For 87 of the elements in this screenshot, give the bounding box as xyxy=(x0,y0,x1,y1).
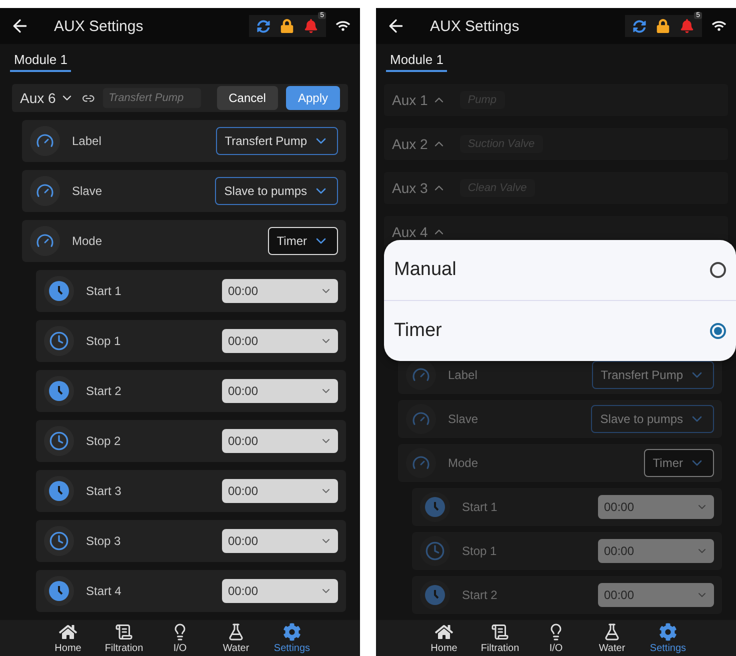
clock-icon xyxy=(425,585,445,605)
aux-name: Aux 1 xyxy=(392,92,446,108)
cancel-button[interactable]: Cancel xyxy=(216,86,278,110)
setting-label: Mode xyxy=(448,456,480,470)
scroll-icon xyxy=(491,623,509,641)
time-select[interactable]: 00:00 xyxy=(222,279,338,303)
time-label: Start 2 xyxy=(86,384,122,398)
clock-icon xyxy=(49,331,69,351)
lock-icon[interactable] xyxy=(280,19,294,33)
mode-option[interactable]: Timer xyxy=(384,300,736,361)
nav-item[interactable]: Home xyxy=(418,620,470,656)
aux-name: Aux 2 xyxy=(392,136,446,152)
time-select[interactable]: 00:00 xyxy=(222,479,338,503)
setting-select[interactable]: Slave to pumps xyxy=(215,177,338,205)
time-label: Stop 3 xyxy=(86,534,122,548)
sync-icon[interactable] xyxy=(257,20,270,32)
name-field[interactable]: Transfert Pump xyxy=(102,88,201,108)
aux-name: Aux 4 xyxy=(392,224,446,240)
gauge-icon xyxy=(406,448,436,478)
nav-item[interactable]: I/O xyxy=(154,620,206,656)
nav-item[interactable]: Settings xyxy=(266,620,318,656)
clock-icon xyxy=(49,531,69,551)
home-icon xyxy=(59,623,77,641)
option-label: Timer xyxy=(394,320,442,342)
setting-label: Mode xyxy=(72,234,104,248)
time-select[interactable]: 00:00 xyxy=(222,379,338,403)
setting-select[interactable]: Timer xyxy=(644,449,714,477)
aux-selector[interactable]: Aux 6 xyxy=(20,90,74,106)
setting-label: Slave xyxy=(448,412,480,426)
time-label: Stop 1 xyxy=(462,544,498,558)
time-label: Stop 2 xyxy=(86,434,122,448)
time-label: Start 4 xyxy=(86,584,122,598)
module-tab[interactable]: Module 1 xyxy=(386,48,448,72)
screen-title: AUX Settings xyxy=(430,18,520,34)
nav-item[interactable]: Water xyxy=(210,620,262,656)
setting-select[interactable]: Slave to pumps xyxy=(591,405,714,433)
home-icon xyxy=(435,623,453,641)
clock-icon xyxy=(49,481,69,501)
nav-item[interactable]: Filtration xyxy=(474,620,526,656)
sync-icon[interactable] xyxy=(633,20,646,32)
radio-button[interactable] xyxy=(710,323,726,339)
clock-icon xyxy=(425,497,445,517)
gauge-icon xyxy=(30,176,60,206)
wifi-icon xyxy=(336,19,350,33)
clock-icon xyxy=(49,431,69,451)
nav-item[interactable]: Home xyxy=(42,620,94,656)
time-select[interactable]: 00:00 xyxy=(222,329,338,353)
clock-icon xyxy=(425,541,445,561)
time-select[interactable]: 00:00 xyxy=(222,529,338,553)
gauge-icon xyxy=(406,360,436,390)
time-label: Start 1 xyxy=(86,284,122,298)
time-select[interactable]: 00:00 xyxy=(222,579,338,603)
nav-item[interactable]: I/O xyxy=(530,620,582,656)
setting-select[interactable]: Transfert Pump xyxy=(216,127,338,155)
wifi-icon xyxy=(712,19,726,33)
scroll-icon xyxy=(115,623,133,641)
settings-icon xyxy=(283,623,301,641)
clock-icon xyxy=(49,281,69,301)
nav-item[interactable]: Water xyxy=(586,620,638,656)
radio-button[interactable] xyxy=(710,262,726,278)
clock-icon xyxy=(49,581,69,601)
screen-title: AUX Settings xyxy=(54,18,144,34)
time-select[interactable]: 00:00 xyxy=(222,429,338,453)
bell-icon[interactable] xyxy=(304,19,318,33)
setting-select[interactable]: Transfert Pump xyxy=(592,361,714,389)
flask-icon xyxy=(603,623,621,641)
lock-icon[interactable] xyxy=(656,19,670,33)
bell-icon[interactable] xyxy=(680,19,694,33)
module-tab[interactable]: Module 1 xyxy=(10,48,72,72)
time-label: Start 2 xyxy=(462,588,498,602)
gauge-icon xyxy=(30,126,60,156)
time-label: Start 1 xyxy=(462,500,498,514)
setting-select[interactable]: Timer xyxy=(268,227,338,255)
gauge-icon xyxy=(406,404,436,434)
aux-name: Aux 3 xyxy=(392,180,446,196)
nav-item[interactable]: Filtration xyxy=(98,620,150,656)
setting-label: Slave xyxy=(72,184,104,198)
settings-icon xyxy=(659,623,677,641)
gauge-icon xyxy=(30,226,60,256)
clock-icon xyxy=(49,381,69,401)
option-label: Manual xyxy=(394,259,456,281)
flask-icon xyxy=(227,623,245,641)
time-label: Stop 1 xyxy=(86,334,122,348)
time-label: Start 3 xyxy=(86,484,122,498)
setting-label: Label xyxy=(72,134,102,148)
nav-item[interactable]: Settings xyxy=(642,620,694,656)
setting-label: Label xyxy=(448,368,478,382)
